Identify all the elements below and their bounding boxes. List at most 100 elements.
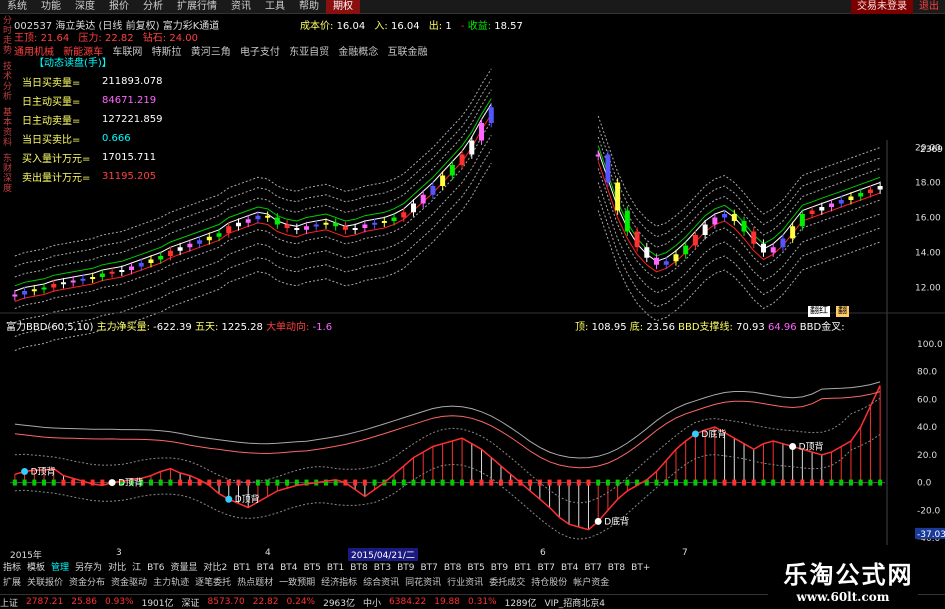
five-day-value: 1225.28: [221, 322, 263, 333]
extension-tab[interactable]: 逐笔委托: [192, 577, 234, 590]
bbd-signal-square: [71, 479, 76, 486]
extension-tab[interactable]: 同花资讯: [402, 577, 444, 590]
bbd-signal-square: [460, 479, 465, 486]
candle-body: [644, 247, 650, 258]
indicator-tab[interactable]: BT7: [581, 562, 604, 575]
extension-tab[interactable]: 持仓股份: [528, 577, 570, 590]
indicator-tab[interactable]: 指标: [0, 562, 24, 575]
bbd-tick-label: 60.0: [917, 395, 937, 405]
extension-tab[interactable]: 主力轨迹: [150, 577, 192, 590]
indicator-tab[interactable]: BT8: [347, 562, 370, 575]
divergence-dot: [108, 479, 116, 487]
extension-tab[interactable]: 热点题材: [234, 577, 276, 590]
extension-tab[interactable]: 关联报价: [24, 577, 66, 590]
indicator-header: 富力BBD(60,5,10) 主力净买量: -622.39 五天: 1225.2…: [6, 318, 332, 333]
candle-body: [673, 254, 679, 262]
divergence-dot: [691, 430, 699, 438]
indicator-tab[interactable]: 对比: [105, 562, 129, 575]
bbd-signal-square: [848, 479, 853, 486]
ma-red-line: [14, 113, 881, 302]
indicator-tab[interactable]: 模板: [24, 562, 48, 575]
indicator-tab[interactable]: BT4: [254, 562, 277, 575]
status-item: 22.82: [252, 597, 279, 607]
candle-body: [459, 154, 465, 165]
extension-tab[interactable]: 一致预期: [276, 577, 318, 590]
indicator-tab[interactable]: BT4: [277, 562, 300, 575]
bbd-signal-square: [479, 479, 484, 486]
bbd-signal-square: [285, 479, 290, 486]
candle-body: [731, 214, 737, 221]
indicator-tab[interactable]: BT5: [464, 562, 487, 575]
indicator-tab[interactable]: BT5: [300, 562, 323, 575]
upper-band: [14, 78, 881, 267]
indicator-tab[interactable]: BT6: [144, 562, 167, 575]
candle-body: [177, 247, 183, 251]
extension-tab[interactable]: 委托成交: [486, 577, 528, 590]
bbd-signal-square: [664, 479, 669, 486]
bbd-support-label: BBD支撑线:: [678, 322, 733, 333]
indicator-tab[interactable]: 管理: [48, 562, 72, 575]
indicator-tab[interactable]: BT8: [441, 562, 464, 575]
candle-body: [615, 182, 621, 211]
candle-body: [109, 271, 115, 274]
indicator-tab[interactable]: BT1: [230, 562, 253, 575]
extension-tab[interactable]: 经济指标: [318, 577, 360, 590]
bbd-signal-square: [158, 479, 163, 486]
indicator-tab[interactable]: 另存为: [72, 562, 105, 575]
bbd-signal-square: [722, 479, 727, 486]
extension-tab[interactable]: 资金驱动: [108, 577, 150, 590]
bbd-signal-square: [353, 479, 358, 486]
candle-body: [624, 210, 630, 232]
candle-body: [683, 245, 689, 255]
bbd-signal-square: [790, 479, 795, 486]
candle-body: [751, 231, 757, 244]
indicator-header-right: 顶: 108.95 底: 23.56 BBD支撑线: 70.93 64.96 B…: [575, 318, 845, 333]
divergence-label: D底背: [701, 428, 726, 440]
bbd-signal-square: [654, 479, 659, 486]
extension-tab[interactable]: 帐户资金: [570, 577, 612, 590]
net-buy-label: 主力净买量:: [96, 322, 150, 333]
extension-tab[interactable]: 综合资讯: [360, 577, 402, 590]
candle-body: [60, 282, 66, 285]
candle-body: [138, 263, 144, 267]
indicator-tab[interactable]: BT7: [418, 562, 441, 575]
bbd-signal-square: [42, 479, 47, 486]
indicator-tab[interactable]: BT9: [488, 562, 511, 575]
indicator-tab[interactable]: BT+: [628, 562, 653, 575]
indicator-tab[interactable]: 资量显: [168, 562, 201, 575]
bbd-signal-square: [576, 479, 581, 486]
bbd-signal-square: [605, 479, 610, 486]
bbd-signal-square: [732, 479, 737, 486]
bbd-signal-square: [780, 479, 785, 486]
indicator-tab[interactable]: BT7: [535, 562, 558, 575]
candle-body: [692, 235, 698, 246]
extension-tab[interactable]: 行业资讯: [444, 577, 486, 590]
bbd-signal-square: [819, 479, 824, 486]
bbd-signal-square: [567, 479, 572, 486]
candle-body: [877, 186, 883, 190]
status-item: 8573.70: [207, 597, 245, 607]
indicator-tab[interactable]: BT9: [394, 562, 417, 575]
bbd-signal-square: [372, 479, 377, 486]
status-item: 25.86: [71, 597, 97, 607]
indicator-tab[interactable]: BT1: [324, 562, 347, 575]
bbd-signal-square: [178, 479, 183, 486]
candle-body: [187, 243, 193, 248]
indicator-tab[interactable]: BT8: [605, 562, 628, 575]
candle-body: [372, 222, 378, 225]
kline-chart[interactable]: D顶背 D顶背 D顶背 D底背 D底背 D顶背 12.00 14.00 16.00 18.00 2…: [0, 0, 945, 609]
status-item: 2787.21: [26, 597, 64, 607]
indicator-tab[interactable]: BT4: [558, 562, 581, 575]
price-tick-label: 14.00: [915, 249, 941, 259]
divergence-dot: [789, 443, 797, 451]
candle-body: [712, 217, 718, 225]
indicator-tab[interactable]: 江: [129, 562, 144, 575]
indicator-tab[interactable]: BT3: [371, 562, 394, 575]
indicator-tab[interactable]: BT1: [511, 562, 534, 575]
bbd-signal-square: [683, 479, 688, 486]
bbd-signal-square: [12, 479, 17, 486]
extension-tab[interactable]: 扩展: [0, 577, 24, 590]
extension-tab[interactable]: 资金分布: [66, 577, 108, 590]
indicator-tab[interactable]: 对比2: [201, 562, 231, 575]
candle-body: [206, 236, 212, 241]
